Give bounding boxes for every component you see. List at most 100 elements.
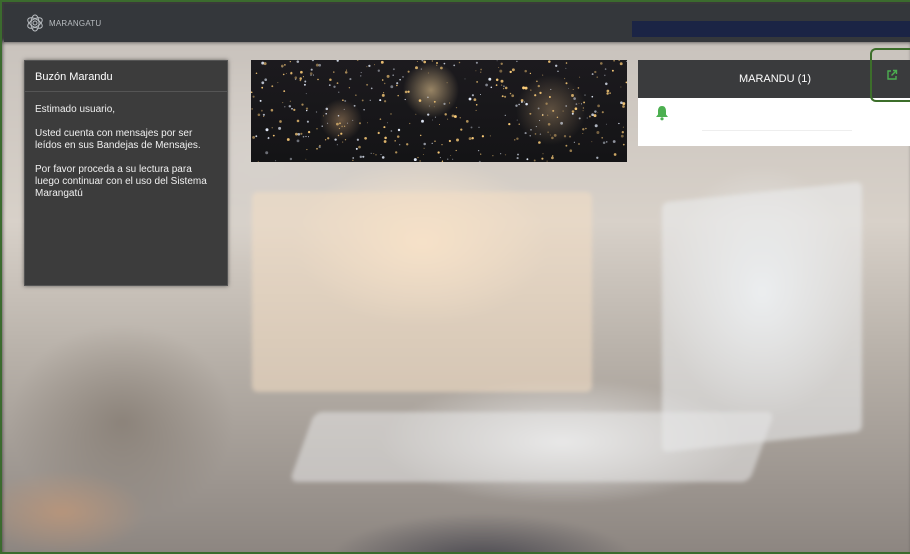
city-light xyxy=(337,115,340,117)
city-light xyxy=(522,86,526,90)
city-light xyxy=(421,60,424,62)
city-light xyxy=(585,127,587,130)
city-light xyxy=(358,145,361,149)
city-light xyxy=(324,139,327,141)
city-light xyxy=(379,99,382,102)
city-light xyxy=(516,60,518,63)
city-light xyxy=(275,160,277,162)
city-light xyxy=(383,100,387,103)
city-light xyxy=(546,160,548,162)
city-light xyxy=(343,125,346,127)
city-light xyxy=(413,158,417,162)
city-light xyxy=(447,118,449,120)
city-light xyxy=(504,95,507,98)
navbar-user-area xyxy=(632,21,910,37)
city-light xyxy=(571,110,575,113)
city-light xyxy=(318,63,322,67)
bell-icon[interactable] xyxy=(654,105,670,121)
city-light xyxy=(407,70,410,73)
city-light xyxy=(307,130,311,134)
brand-name: MARANGATU xyxy=(49,18,102,28)
city-light xyxy=(381,93,385,97)
city-light xyxy=(500,84,503,86)
city-light xyxy=(334,138,337,141)
city-light xyxy=(492,155,494,157)
city-light xyxy=(409,122,411,125)
city-light xyxy=(437,151,440,154)
city-light xyxy=(518,103,520,106)
city-light xyxy=(417,156,419,159)
city-light xyxy=(329,78,332,82)
city-light xyxy=(261,81,265,85)
city-light xyxy=(435,64,438,67)
city-light xyxy=(309,72,313,75)
city-light xyxy=(625,81,627,84)
city-light xyxy=(536,80,538,83)
city-light xyxy=(478,126,480,128)
city-light xyxy=(534,133,537,135)
city-light xyxy=(468,97,472,101)
city-light xyxy=(588,115,591,118)
city-light xyxy=(455,149,457,152)
city-light xyxy=(593,114,597,118)
city-light xyxy=(279,120,282,123)
city-light xyxy=(606,89,610,93)
city-light xyxy=(311,60,314,62)
marandu-header: MARANDU (1) xyxy=(638,48,910,102)
brand-logo[interactable]: MARANGATU xyxy=(24,13,101,33)
city-light xyxy=(305,107,309,110)
city-light xyxy=(541,157,544,160)
city-light xyxy=(516,137,519,140)
city-light xyxy=(621,131,624,134)
city-light xyxy=(511,68,515,72)
city-light xyxy=(495,84,498,86)
city-light xyxy=(295,132,298,136)
city-light xyxy=(611,69,614,72)
city-light xyxy=(380,154,382,155)
city-light xyxy=(541,114,544,116)
city-light xyxy=(572,88,574,91)
city-light xyxy=(503,85,505,88)
external-link-icon xyxy=(887,69,898,80)
city-light xyxy=(356,138,360,141)
city-light xyxy=(282,102,284,104)
city-light xyxy=(476,81,478,83)
city-light xyxy=(432,119,434,121)
city-light xyxy=(547,114,549,116)
city-light xyxy=(452,158,454,160)
city-light xyxy=(475,70,477,72)
city-light xyxy=(289,157,293,161)
city-light xyxy=(363,109,365,111)
city-light xyxy=(613,60,615,62)
city-light xyxy=(342,99,344,101)
city-light xyxy=(427,96,429,99)
city-light xyxy=(443,102,446,106)
city-light xyxy=(524,86,528,90)
city-light xyxy=(343,108,345,110)
city-light xyxy=(296,119,300,123)
city-light xyxy=(259,99,262,102)
city-light xyxy=(533,159,536,162)
city-light xyxy=(431,142,433,144)
city-light xyxy=(285,73,287,75)
city-light xyxy=(277,82,279,84)
city-light xyxy=(582,128,585,131)
city-light xyxy=(475,109,477,111)
city-light xyxy=(356,60,359,61)
city-light xyxy=(283,90,286,92)
open-external-button[interactable] xyxy=(870,48,910,102)
city-light xyxy=(278,126,282,130)
city-light xyxy=(349,78,352,81)
city-light xyxy=(565,67,567,69)
city-light xyxy=(524,69,527,73)
city-light xyxy=(604,68,607,70)
city-light xyxy=(267,136,270,139)
city-light xyxy=(571,112,574,115)
city-light xyxy=(471,137,474,140)
city-light xyxy=(316,128,318,130)
city-light xyxy=(523,101,526,103)
city-light xyxy=(538,141,541,144)
city-light xyxy=(327,122,329,124)
city-light xyxy=(578,102,580,104)
city-light xyxy=(360,72,362,74)
